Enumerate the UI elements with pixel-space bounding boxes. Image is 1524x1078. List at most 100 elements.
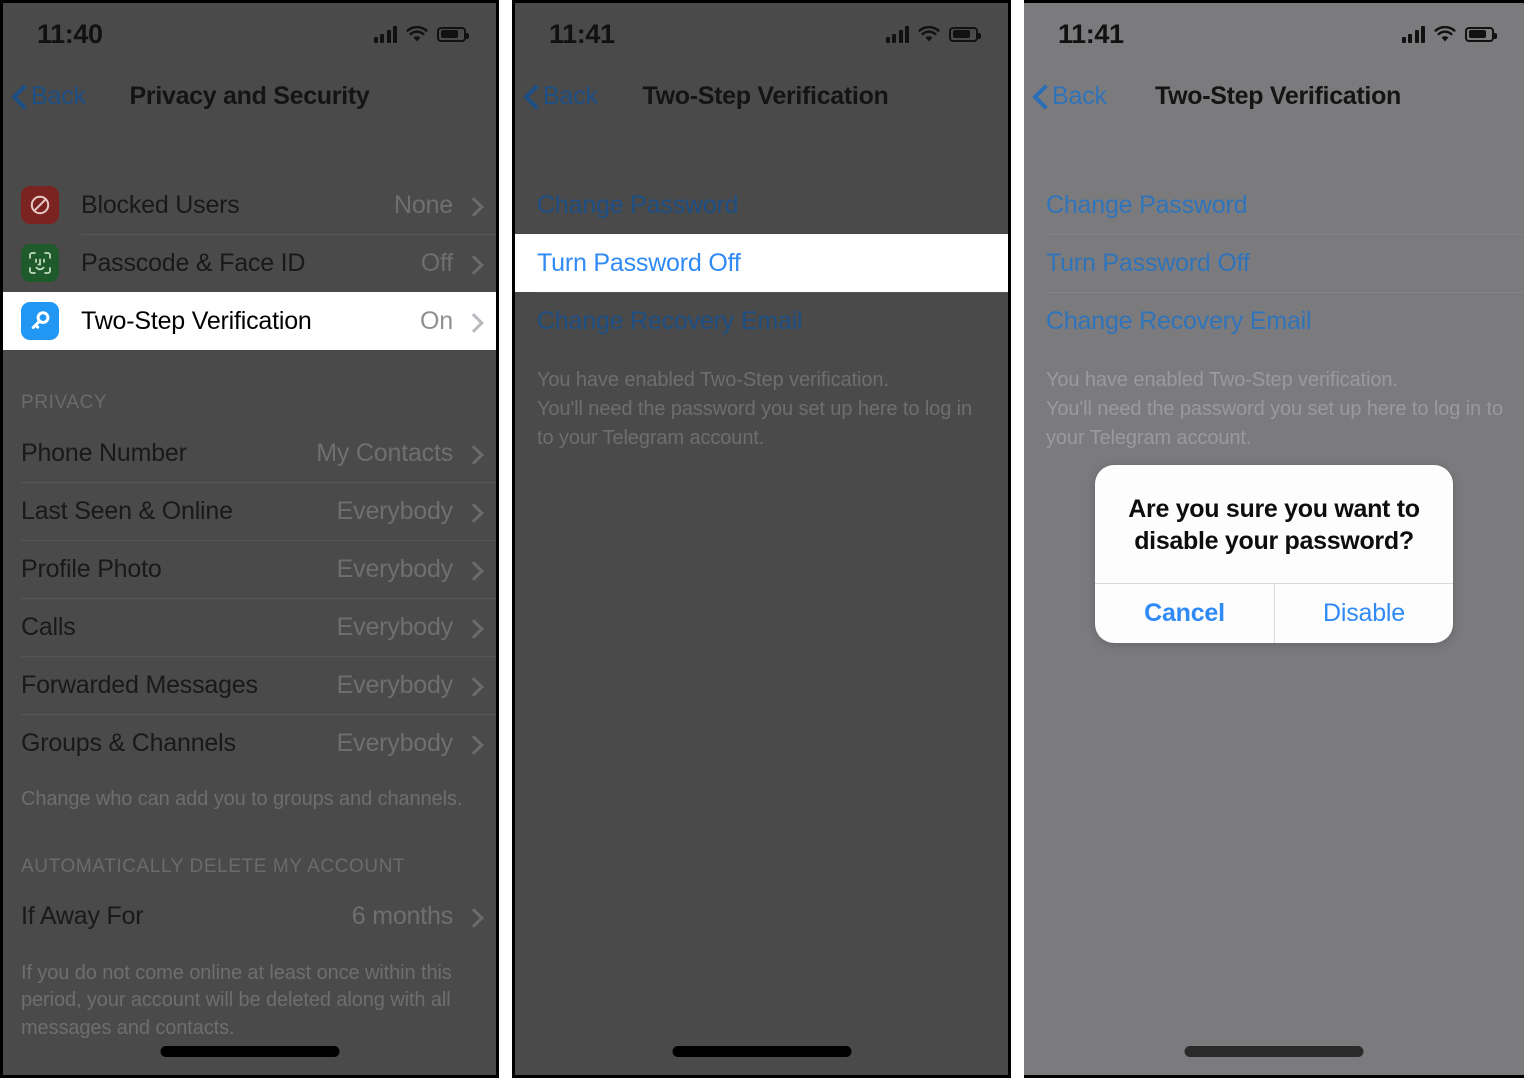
nav-bar-2: Back Two-Step Verification [515, 65, 1008, 128]
row-passcode-face-id[interactable]: Passcode & Face ID Off [3, 234, 496, 292]
chevron-right-icon [467, 618, 478, 637]
row-label: Groups & Channels [21, 728, 236, 757]
disable-button[interactable]: Disable [1274, 584, 1453, 643]
phone-screen-1: 11:40 Back Privacy and Security Blocked … [0, 0, 499, 1078]
row-label: Last Seen & Online [21, 496, 233, 525]
row-label: Blocked Users [81, 190, 240, 219]
phone-screen-3: 11:41 Back Two-Step Verification Change … [1024, 0, 1524, 1078]
auto-delete-section-header: AUTOMATICALLY DELETE MY ACCOUNT [21, 855, 406, 877]
row-label: Forwarded Messages [21, 670, 258, 699]
row-phone-number[interactable]: Phone Number My Contacts [3, 424, 496, 482]
status-icons [1401, 25, 1497, 43]
row-forwarded-messages[interactable]: Forwarded Messages Everybody [3, 656, 496, 714]
row-calls[interactable]: Calls Everybody [3, 598, 496, 656]
row-value: Everybody [336, 728, 454, 757]
panel-gutter-1 [499, 0, 512, 1078]
two-step-list-2: Change Password Turn Password Off Change… [515, 128, 1008, 453]
row-profile-photo[interactable]: Profile Photo Everybody [3, 540, 496, 598]
two-step-list-3: Change Password Turn Password Off Change… [1024, 128, 1524, 453]
row-label: Change Recovery Email [1046, 306, 1312, 335]
two-step-description: You have enabled Two-Step verification. … [537, 369, 973, 449]
chevron-left-icon [13, 85, 26, 108]
row-value: On [420, 306, 453, 335]
home-indicator[interactable] [672, 1046, 851, 1057]
row-value: None [394, 190, 453, 219]
back-button-label: Back [543, 82, 598, 110]
row-label: Change Password [537, 190, 739, 219]
chevron-right-icon [467, 560, 478, 579]
battery-icon [949, 26, 981, 42]
row-label: Turn Password Off [537, 248, 741, 277]
row-last-seen-online[interactable]: Last Seen & Online Everybody [3, 482, 496, 540]
row-label: If Away For [21, 902, 144, 931]
row-data-settings[interactable]: Data Settings [3, 1066, 496, 1075]
face-id-icon [21, 244, 59, 282]
chevron-left-icon [1034, 85, 1047, 108]
row-two-step-verification[interactable]: Two-Step Verification On [3, 292, 496, 350]
home-indicator[interactable] [1184, 1046, 1364, 1057]
status-icons [373, 25, 469, 43]
row-turn-password-off[interactable]: Turn Password Off [1024, 234, 1524, 292]
chevron-right-icon [467, 907, 478, 926]
cancel-button[interactable]: Cancel [1095, 584, 1274, 643]
cellular-bars-icon [373, 25, 397, 43]
chevron-right-icon [467, 676, 478, 695]
row-value: Everybody [336, 612, 454, 641]
row-change-password[interactable]: Change Password [1024, 176, 1524, 234]
row-value: Everybody [336, 496, 454, 525]
phone-screen-2: 11:41 Back Two-Step Verification Change … [512, 0, 1011, 1078]
row-label: Turn Password Off [1046, 248, 1250, 277]
alert-actions: Cancel Disable [1095, 583, 1453, 643]
row-value: Everybody [336, 670, 454, 699]
privacy-section-header: PRIVACY [21, 392, 108, 413]
status-bar-1: 11:40 [3, 3, 496, 65]
chevron-right-icon [467, 196, 478, 215]
back-button[interactable]: Back [13, 82, 86, 111]
panel-gutter-2 [1011, 0, 1024, 1078]
chevron-right-icon [467, 312, 478, 331]
row-value: Everybody [336, 554, 454, 583]
phone-panel-two-step-verification: 11:41 Back Two-Step Verification Change … [512, 0, 1011, 1078]
privacy-footnote: Change who can add you to groups and cha… [21, 788, 463, 810]
row-label: Profile Photo [21, 554, 162, 583]
row-change-password[interactable]: Change Password [515, 176, 1008, 234]
row-if-away-for[interactable]: If Away For 6 months [3, 888, 496, 946]
status-clock: 11:40 [37, 18, 103, 49]
battery-icon [437, 26, 469, 42]
row-groups-channels[interactable]: Groups & Channels Everybody [3, 714, 496, 772]
back-button[interactable]: Back [525, 82, 598, 111]
row-label: Phone Number [21, 438, 187, 467]
settings-list-1: Blocked Users None Passcode & Face ID Of… [3, 128, 496, 1075]
row-turn-password-off[interactable]: Turn Password Off [515, 234, 1008, 292]
row-value: Off [420, 248, 453, 277]
phone-panel-disable-password-confirm: 11:41 Back Two-Step Verification Change … [1024, 0, 1524, 1078]
row-blocked-users[interactable]: Blocked Users None [3, 176, 496, 234]
back-button[interactable]: Back [1034, 82, 1107, 111]
row-change-recovery-email[interactable]: Change Recovery Email [515, 292, 1008, 350]
wifi-icon [918, 25, 940, 43]
cellular-bars-icon [885, 25, 909, 43]
row-label: Change Recovery Email [537, 306, 803, 335]
chevron-right-icon [467, 734, 478, 753]
battery-icon [1465, 26, 1497, 42]
chevron-right-icon [467, 502, 478, 521]
wifi-icon [1434, 25, 1456, 43]
status-bar-3: 11:41 [1024, 3, 1524, 65]
chevron-left-icon [525, 85, 538, 108]
wifi-icon [406, 25, 428, 43]
chevron-right-icon [467, 254, 478, 273]
key-icon [21, 302, 59, 340]
phone-panel-privacy-and-security: 11:40 Back Privacy and Security Blocked … [0, 0, 499, 1078]
status-bar-2: 11:41 [515, 3, 1008, 65]
back-button-label: Back [1052, 82, 1107, 110]
home-indicator[interactable] [160, 1046, 339, 1057]
nav-bar-3: Back Two-Step Verification [1024, 65, 1524, 128]
auto-delete-footnote: If you do not come online at least once … [21, 961, 452, 1039]
alert-title: Are you sure you want to disable your pa… [1128, 495, 1420, 555]
row-change-recovery-email[interactable]: Change Recovery Email [1024, 292, 1524, 350]
row-value: My Contacts [316, 438, 453, 467]
row-label: Calls [21, 612, 76, 641]
